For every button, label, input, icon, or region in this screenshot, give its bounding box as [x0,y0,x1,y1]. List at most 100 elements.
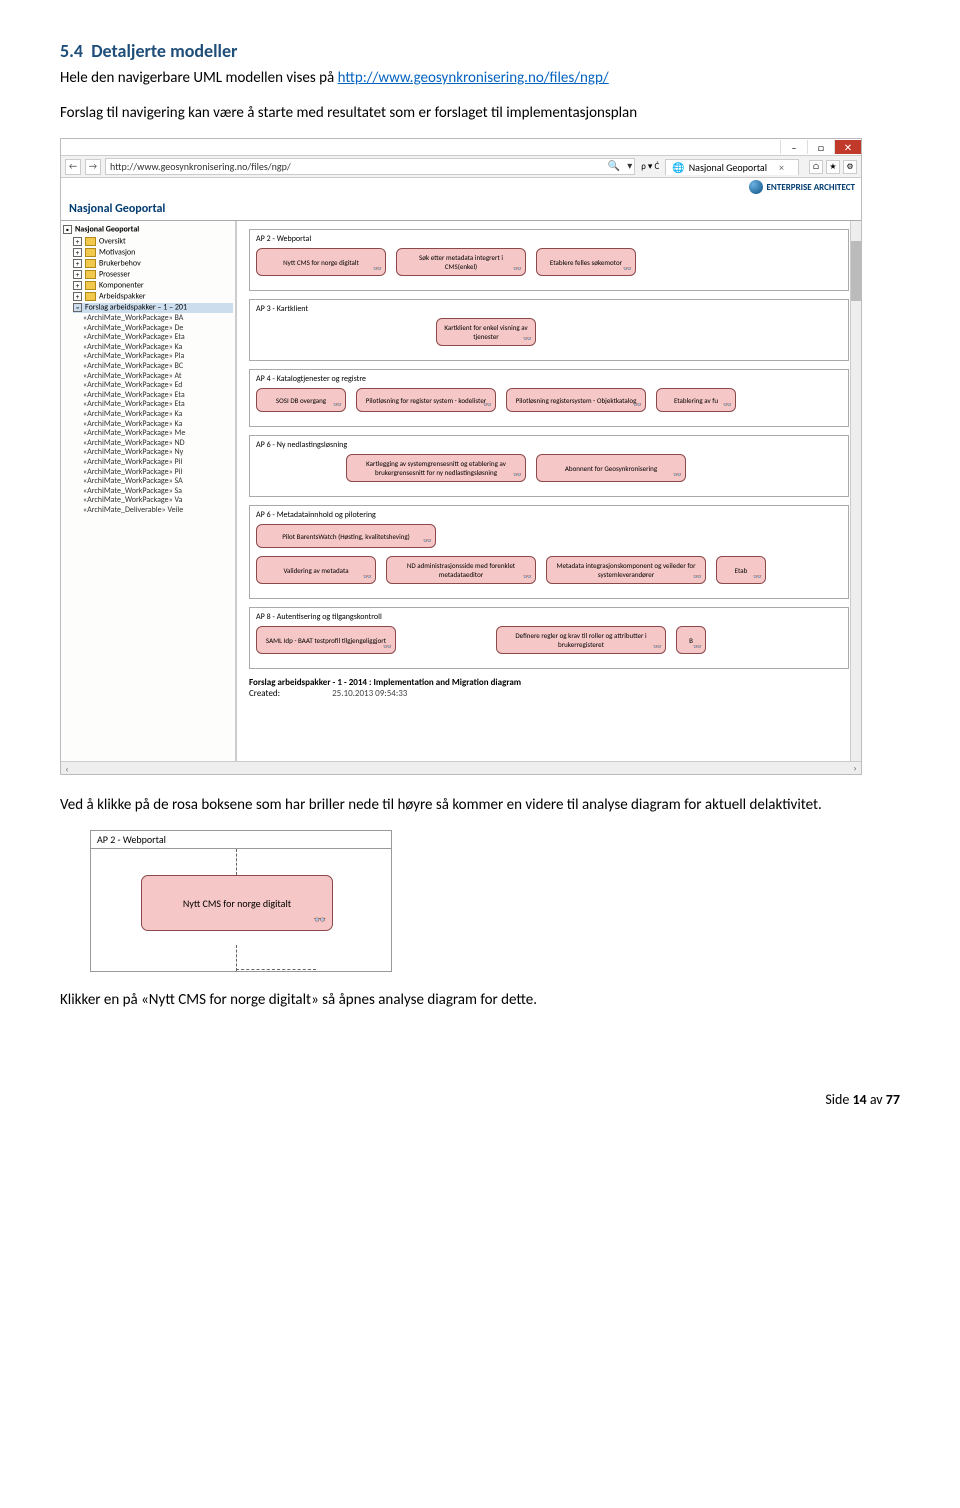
tree-item-selected[interactable]: ▫Forslag arbeidspakker – 1 – 201 [73,303,233,313]
work-package-box[interactable]: Etablere felles søkemotor👓 [536,248,636,276]
tree-sub-item[interactable]: «ArchiMate_WorkPackage» Ka [83,343,233,353]
window-title-bar: – □ ✕ [61,139,861,156]
glasses-icon: 👓 [363,572,372,581]
forward-button[interactable]: → [85,159,101,175]
tree-sub-item[interactable]: «ArchiMate_WorkPackage» Ed [83,381,233,391]
diagram-canvas[interactable]: AP 2 - WebportalNytt CMS for norge digit… [236,221,861,761]
glasses-icon: 👓 [523,334,532,343]
glasses-icon: 👓 [653,642,662,651]
glasses-icon: 👓 [483,400,492,409]
swimlane: AP 4 - Katalogtjenester og registre SOSI … [249,369,849,427]
tree-item[interactable]: +Prosesser [73,270,233,280]
tree-sub-item[interactable]: «ArchiMate_WorkPackage» ND [83,439,233,449]
tree-sub-item[interactable]: «ArchiMate_WorkPackage» Pil [83,458,233,468]
model-tree[interactable]: ▪Nasjonal Geoportal +Oversikt+Motivasjon… [61,221,236,761]
tree-sub-item[interactable]: «ArchiMate_WorkPackage» Eta [83,391,233,401]
star-icon[interactable]: ★ [826,160,840,174]
home-icon[interactable]: ⌂ [809,160,823,174]
app-title: Nasjonal Geoportal [61,196,861,221]
swimlane: AP 3 - KartklientKartklient for enkel vi… [249,299,849,361]
swimlane: AP 6 - Metadatainnhold og piloteringPilo… [249,505,849,599]
search-icon[interactable]: 🔍 [608,159,620,172]
minimize-button[interactable]: – [780,140,807,154]
work-package-box[interactable]: Søk etter metadata integrert i CMS(enkel… [396,248,526,276]
browser-tab[interactable]: 🌐 Nasjonal Geoportal × [665,159,799,175]
tree-sub-item[interactable]: «ArchiMate_WorkPackage» At [83,372,233,382]
maximize-button[interactable]: □ [807,140,834,154]
clip-lane-title: AP 2 - Webportal [91,831,391,849]
tree-sub-item[interactable]: «ArchiMate_WorkPackage» Eta [83,400,233,410]
work-package-box[interactable]: SOSI DB overgang👓 [256,388,346,412]
tree-sub-item[interactable]: «ArchiMate_WorkPackage» Pla [83,352,233,362]
lane-title: AP 8 - Autentisering og tilgangskontroll [256,612,842,622]
work-package-box[interactable]: Definere regler og krav til roller og at… [496,626,666,654]
expand-icon[interactable]: + [73,281,82,290]
tree-sub-item[interactable]: «ArchiMate_WorkPackage» Ka [83,410,233,420]
scrollbar-horizontal[interactable]: ‹ › [61,761,861,774]
tree-sub-item[interactable]: «ArchiMate_WorkPackage» Ka [83,420,233,430]
tree-sub-item[interactable]: «ArchiMate_WorkPackage» Me [83,429,233,439]
expand-icon[interactable]: + [73,292,82,301]
glasses-icon: 👓 [333,400,342,409]
glasses-icon: 👓 [623,264,632,273]
body-paragraph: Ved å klikke på de rosa boksene som har … [60,795,900,816]
tree-item[interactable]: +Arbeidspakker [73,292,233,302]
expand-icon[interactable]: + [73,270,82,279]
work-package-box[interactable]: Pilot BarentsWatch (Høsting, kvalitetshe… [256,524,436,548]
diagram-icon: ▫ [73,303,82,312]
expand-icon[interactable]: + [73,237,82,246]
work-package-box[interactable]: B👓 [676,626,706,654]
work-package-box[interactable]: Validering av metadata👓 [256,556,376,584]
expand-icon[interactable]: + [73,248,82,257]
tree-sub-item[interactable]: «ArchiMate_WorkPackage» BC [83,362,233,372]
tree-item[interactable]: +Komponenter [73,281,233,291]
work-package-box[interactable]: Nytt CMS for norge digitalt 👓 [141,875,333,931]
scroll-right-icon[interactable]: › [849,762,861,774]
package-icon: ▪ [63,225,72,234]
glasses-icon: 👓 [423,536,432,545]
close-tab-icon[interactable]: × [779,161,784,174]
work-package-box[interactable]: Etab👓 [716,556,766,584]
work-package-box[interactable]: Nytt CMS for norge digitalt👓 [256,248,386,276]
swimlane: AP 6 - Ny nedlastingsløsningKartlegging … [249,435,849,497]
glasses-icon: 👓 [513,470,522,479]
back-button[interactable]: ← [65,159,81,175]
folder-icon [85,237,96,246]
tree-sub-item[interactable]: «ArchiMate_WorkPackage» Va [83,496,233,506]
work-package-box[interactable]: Metadata integrasjonskomponent og veiled… [546,556,706,584]
tree-sub-item[interactable]: «ArchiMate_WorkPackage» Ny [83,448,233,458]
work-package-box[interactable]: Etablering av fu👓 [656,388,736,412]
ea-logo-icon [749,180,763,194]
tree-sub-item[interactable]: «ArchiMate_Deliverable» Veile [83,506,233,516]
work-package-box[interactable]: ND administrasjonsside med forenklet met… [386,556,536,584]
work-package-box[interactable]: Kartklient for enkel visning av tjeneste… [436,318,536,346]
glasses-icon: 👓 [673,470,682,479]
work-package-box[interactable]: Kartlegging av systemgrensesnitt og etab… [346,454,526,482]
tree-sub-item[interactable]: «ArchiMate_WorkPackage» BA [83,314,233,324]
scrollbar-vertical[interactable] [850,221,861,761]
tree-sub-item[interactable]: «ArchiMate_WorkPackage» De [83,324,233,334]
folder-icon [85,259,96,268]
tree-item[interactable]: +Motivasjon [73,248,233,258]
tree-sub-item[interactable]: «ArchiMate_WorkPackage» Eta [83,333,233,343]
tree-sub-item[interactable]: «ArchiMate_WorkPackage» Sa [83,487,233,497]
model-link[interactable]: http://www.geosynkronisering.no/files/ng… [338,69,609,87]
expand-icon[interactable]: + [73,259,82,268]
lane-title: AP 4 - Katalogtjenester og registre [256,374,842,384]
tree-item[interactable]: +Brukerbehov [73,259,233,269]
scroll-left-icon[interactable]: ‹ [61,764,73,776]
work-package-box[interactable]: Pilotløsning for register system - kodel… [356,388,496,412]
body-paragraph-2: Klikker en på «Nytt CMS for norge digita… [60,990,900,1011]
url-input[interactable]: http://www.geosynkronisering.no/files/ng… [105,158,635,175]
work-package-box[interactable]: Pilotløsning registersystem - Objektkata… [506,388,646,412]
browser-window: – □ ✕ ← → http://www.geosynkronisering.n… [60,138,862,775]
gear-icon[interactable]: ⚙ [843,160,857,174]
work-package-box[interactable]: Abonnent for Geosynkronisering👓 [536,454,686,482]
tree-sub-item[interactable]: «ArchiMate_WorkPackage» Pil [83,468,233,478]
tree-sub-item[interactable]: «ArchiMate_WorkPackage» SA [83,477,233,487]
tree-root[interactable]: ▪Nasjonal Geoportal [63,225,233,235]
close-button[interactable]: ✕ [834,140,861,154]
tree-item[interactable]: +Oversikt [73,237,233,247]
work-package-box[interactable]: SAML Idp - BAAT testprofil tilgjengeligg… [256,626,396,654]
detail-clip: AP 2 - Webportal Nytt CMS for norge digi… [90,830,392,972]
